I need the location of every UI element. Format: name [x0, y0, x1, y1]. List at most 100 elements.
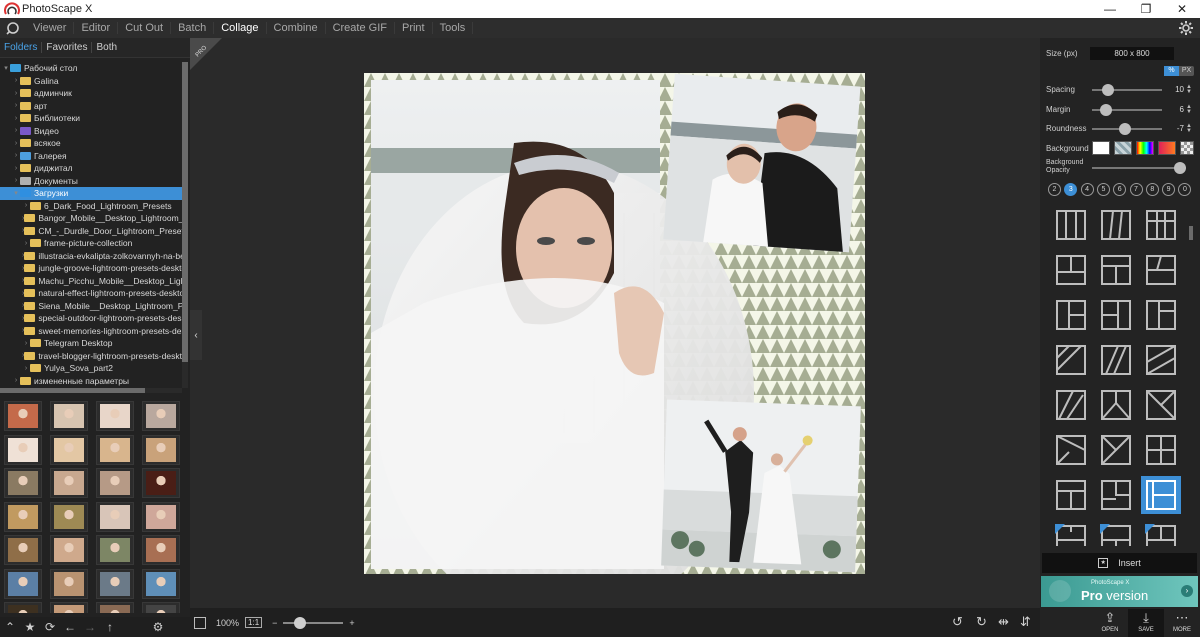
layout-template[interactable]	[1096, 341, 1136, 379]
background-gradient-swatch[interactable]	[1158, 141, 1176, 155]
chevron-right-icon[interactable]: ›	[12, 177, 20, 184]
chevron-right-icon[interactable]: ›	[12, 152, 20, 159]
chevron-right-icon[interactable]: ›	[12, 127, 20, 134]
menu-tab-collage[interactable]: Collage	[214, 22, 267, 34]
browser-settings-gear-icon[interactable]: ⚙	[148, 620, 168, 634]
up-arrow-icon[interactable]: ↑	[100, 620, 120, 634]
folder-tree-item[interactable]: › арт	[0, 100, 182, 113]
chevron-right-icon[interactable]: ›	[22, 340, 30, 347]
layout-template[interactable]	[1141, 431, 1181, 469]
minimize-button[interactable]: —	[1092, 0, 1128, 18]
photo-thumbnail[interactable]	[96, 401, 134, 431]
layout-template[interactable]	[1051, 476, 1091, 514]
menu-tab-combine[interactable]: Combine	[267, 22, 326, 34]
chevron-right-icon[interactable]: ›	[12, 102, 20, 109]
photo-count-6[interactable]: 6	[1113, 183, 1127, 196]
unit-percent-option[interactable]: %	[1164, 66, 1179, 76]
folder-tree-item[interactable]: › Siena_Mobile__Desktop_Lightroom_Pre	[0, 300, 182, 313]
folder-tree-item[interactable]: › Bangor_Mobile__Desktop_Lightroom_Pr	[0, 212, 182, 225]
menu-tab-print[interactable]: Print	[395, 22, 433, 34]
photo-count-9[interactable]: 9	[1162, 183, 1176, 196]
folder-tree-item[interactable]: › всякое	[0, 137, 182, 150]
collapse-up-icon[interactable]: ⌃	[0, 620, 20, 634]
folder-tree-item[interactable]: › Документы	[0, 175, 182, 188]
photo-count-3[interactable]: 3	[1064, 183, 1078, 196]
photo-count-0[interactable]: 0	[1178, 183, 1192, 196]
folder-tree-item[interactable]: ▾ Рабочий стол	[0, 62, 182, 75]
folder-tree-item[interactable]: › jungle-groove-lightroom-presets-desktop	[0, 262, 182, 275]
save-button[interactable]: ⤓ SAVE	[1128, 609, 1164, 637]
collage-photo-couple-embrace[interactable]	[663, 73, 861, 253]
folder-tree-item[interactable]: › natural-effect-lightroom-presets-deskto…	[0, 287, 182, 300]
background-white-swatch[interactable]	[1092, 141, 1110, 155]
background-opacity-slider[interactable]	[1092, 162, 1186, 174]
folder-tree-item[interactable]: › Machu_Picchu_Mobile__Desktop_Lightro	[0, 275, 182, 288]
fit-window-icon[interactable]	[194, 616, 206, 629]
more-button[interactable]: ⋯ MORE	[1164, 609, 1200, 637]
zoom-in-button[interactable]: +	[349, 618, 354, 628]
spacing-value[interactable]: 10	[1164, 85, 1184, 94]
layout-template[interactable]	[1141, 206, 1181, 244]
photo-thumbnail[interactable]	[96, 568, 134, 599]
insert-button[interactable]: ★ Insert	[1042, 553, 1197, 573]
chevron-right-icon[interactable]: ›	[12, 377, 20, 384]
zoom-out-button[interactable]: −	[272, 618, 277, 628]
tab-folders[interactable]: Folders	[0, 42, 43, 53]
photo-thumbnail[interactable]	[50, 568, 88, 599]
menu-tab-tools[interactable]: Tools	[433, 22, 474, 34]
menu-tab-create-gif[interactable]: Create GIF	[326, 22, 395, 34]
folder-tree-item[interactable]: › illustracia-evkalipta-zolkovannyh-na-be…	[0, 250, 182, 263]
photo-count-4[interactable]: 4	[1080, 183, 1094, 196]
layout-template[interactable]	[1096, 431, 1136, 469]
folder-tree-item[interactable]: › sweet-memories-lightroom-presets-deskt	[0, 325, 182, 338]
folder-tree-item[interactable]: › Telegram Desktop	[0, 337, 182, 350]
spacing-slider[interactable]	[1092, 84, 1162, 96]
layout-template[interactable]	[1051, 521, 1091, 546]
chevron-right-icon[interactable]: ›	[22, 202, 30, 209]
folder-tree-item[interactable]: › 6_Dark_Food_Lightroom_Presets	[0, 200, 182, 213]
menu-tab-editor[interactable]: Editor	[74, 22, 119, 34]
margin-spinner-icon[interactable]: ▲ ▼	[1186, 104, 1192, 115]
background-transparent-swatch[interactable]	[1180, 141, 1194, 155]
photo-thumbnail[interactable]	[142, 468, 180, 498]
photo-thumbnail[interactable]	[4, 434, 42, 465]
open-button[interactable]: ⇪ OPEN	[1092, 609, 1128, 637]
photo-thumbnail[interactable]	[50, 602, 88, 613]
rotate-right-icon[interactable]: ↻	[976, 614, 987, 630]
layout-template[interactable]	[1141, 341, 1181, 379]
folder-tree-item[interactable]: › диджитал	[0, 162, 182, 175]
photo-thumbnail[interactable]	[4, 568, 42, 599]
zoom-slider[interactable]	[283, 616, 344, 629]
settings-gear-icon[interactable]	[1178, 20, 1194, 36]
unit-toggle[interactable]: % PX	[1164, 66, 1194, 76]
layout-template[interactable]	[1141, 386, 1181, 424]
layout-scrollbar[interactable]	[1188, 201, 1194, 546]
tab-favorites[interactable]: Favorites	[42, 42, 93, 53]
photo-thumbnail[interactable]	[96, 468, 134, 498]
home-button[interactable]	[0, 18, 26, 38]
photo-thumbnail[interactable]	[142, 501, 180, 532]
folder-tree-item[interactable]: › travel-blogger-lightroom-presets-deskto…	[0, 350, 182, 363]
layout-template[interactable]	[1051, 341, 1091, 379]
background-pattern-swatch[interactable]	[1114, 141, 1132, 155]
chevron-right-icon[interactable]: ›	[22, 365, 30, 372]
photo-thumbnail[interactable]	[50, 501, 88, 532]
layout-template[interactable]	[1096, 386, 1136, 424]
layout-template[interactable]	[1141, 296, 1181, 334]
maximize-button[interactable]: ❐	[1128, 0, 1164, 18]
roundness-slider[interactable]	[1092, 123, 1162, 135]
folder-tree-item[interactable]: › CM_-_Durdle_Door_Lightroom_Presets_	[0, 225, 182, 238]
menu-tab-batch[interactable]: Batch	[171, 22, 215, 34]
close-button[interactable]: ✕	[1164, 0, 1200, 18]
chevron-right-icon[interactable]: ›	[12, 140, 20, 147]
layout-template[interactable]	[1141, 251, 1181, 289]
layout-template[interactable]	[1051, 251, 1091, 289]
folder-tree-item[interactable]: › frame-picture-collection	[0, 237, 182, 250]
photo-thumbnail[interactable]	[142, 568, 180, 599]
folder-tree-item[interactable]: › Видео	[0, 125, 182, 138]
chevron-right-icon[interactable]: ›	[12, 77, 20, 84]
photo-thumbnail[interactable]	[142, 602, 180, 613]
collapse-panel-button[interactable]: ‹	[190, 310, 202, 360]
tree-scroll-thumb[interactable]	[182, 62, 188, 362]
background-opacity-knob[interactable]	[1174, 162, 1186, 174]
